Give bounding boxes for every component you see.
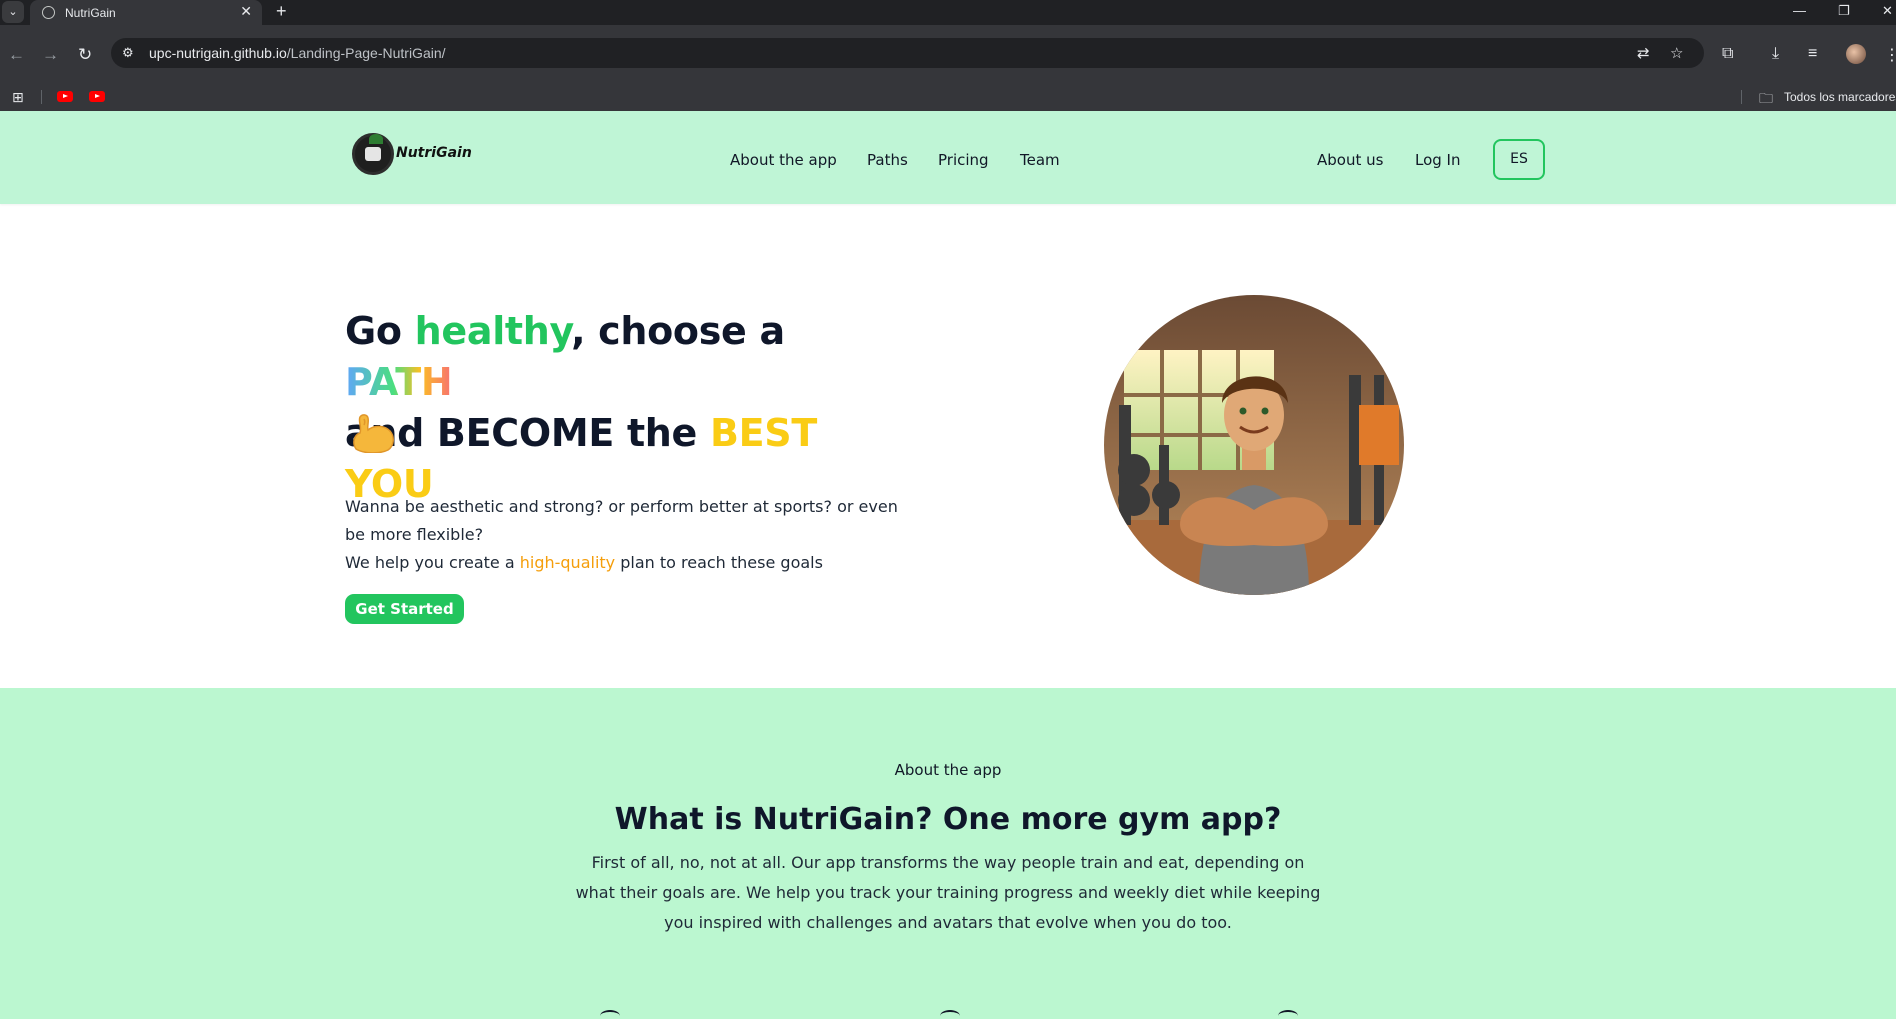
menu-icon[interactable]: ⋮: [1884, 45, 1896, 65]
logo[interactable]: NutriGain: [352, 129, 502, 177]
minimize-icon[interactable]: —: [1793, 3, 1806, 18]
feature-icon: [940, 1010, 960, 1019]
url-text[interactable]: upc-nutrigain.github.io/Landing-Page-Nut…: [149, 45, 446, 61]
address-bar[interactable]: ⚙ upc-nutrigain.github.io/Landing-Page-N…: [111, 38, 1704, 68]
back-icon[interactable]: ←: [8, 45, 25, 65]
close-window-icon[interactable]: ✕: [1882, 3, 1893, 19]
download-icon[interactable]: ⤓: [1772, 45, 1779, 63]
nav-pricing[interactable]: Pricing: [938, 151, 989, 169]
site-settings-icon[interactable]: ⚙: [122, 45, 134, 61]
logo-text: NutriGain: [396, 145, 472, 161]
browser-toolbar: ← → ↻ ⚙ upc-nutrigain.github.io/Landing-…: [0, 25, 1896, 111]
forward-icon[interactable]: →: [42, 45, 59, 65]
extensions-icon[interactable]: ⧉: [1722, 45, 1733, 63]
globe-icon: [42, 6, 55, 19]
all-bookmarks-link[interactable]: Todos los marcadores: [1784, 90, 1896, 104]
browser-tab[interactable]: NutriGain ✕: [30, 0, 262, 25]
bookmarks-divider: [41, 90, 42, 104]
profile-avatar[interactable]: [1846, 44, 1866, 64]
nav-about-us[interactable]: About us: [1317, 151, 1383, 169]
bookmarks-divider: [1741, 90, 1742, 104]
nav-paths[interactable]: Paths: [867, 151, 908, 169]
close-tab-icon[interactable]: ✕: [240, 3, 252, 20]
folder-icon: 🗀: [1759, 90, 1773, 106]
youtube-icon[interactable]: [57, 91, 73, 102]
new-tab-button[interactable]: +: [276, 1, 287, 22]
nav-team[interactable]: Team: [1020, 151, 1060, 169]
tab-strip: ⌄ NutriGain ✕ + — ❐ ✕: [0, 0, 1896, 25]
web-page: NutriGain About the app Paths Pricing Te…: [0, 111, 1896, 1019]
hero-title: Go healthy, choose a PATH and BECOME the …: [345, 309, 817, 506]
nav-about-the-app[interactable]: About the app: [730, 151, 837, 169]
about-kicker: About the app: [894, 761, 1002, 779]
tab-search-button[interactable]: ⌄: [2, 1, 24, 23]
apps-grid-icon[interactable]: ⊞: [12, 89, 24, 106]
site-header: NutriGain About the app Paths Pricing Te…: [0, 111, 1896, 204]
about-text: First of all, no, not at all. Our app tr…: [575, 853, 1321, 932]
bookmarks-bar: ⊞ 🗀 Todos los marcadores: [0, 81, 1896, 111]
flexed-biceps-icon: [353, 414, 394, 453]
media-control-icon[interactable]: ≡: [1808, 45, 1817, 63]
get-started-button[interactable]: Get Started: [345, 594, 464, 624]
bookmark-star-icon[interactable]: ☆: [1670, 44, 1683, 62]
feature-icon: [600, 1010, 620, 1019]
about-section: About the app What is NutriGain? One mor…: [0, 688, 1896, 1019]
language-toggle-button[interactable]: ES: [1493, 139, 1545, 180]
gym-character-illustration: [1104, 295, 1404, 595]
login-link[interactable]: Log In: [1415, 151, 1461, 169]
logo-mark-icon: [352, 133, 394, 175]
youtube-icon[interactable]: [89, 91, 105, 102]
tab-title: NutriGain: [65, 6, 116, 20]
translate-icon[interactable]: ⇄: [1637, 44, 1650, 62]
hero-description: Wanna be aesthetic and strong? or perfor…: [345, 497, 898, 572]
about-title: What is NutriGain? One more gym app?: [614, 802, 1282, 837]
feature-icon: [1278, 1010, 1298, 1019]
reload-icon[interactable]: ↻: [78, 45, 92, 65]
restore-icon[interactable]: ❐: [1838, 3, 1850, 19]
